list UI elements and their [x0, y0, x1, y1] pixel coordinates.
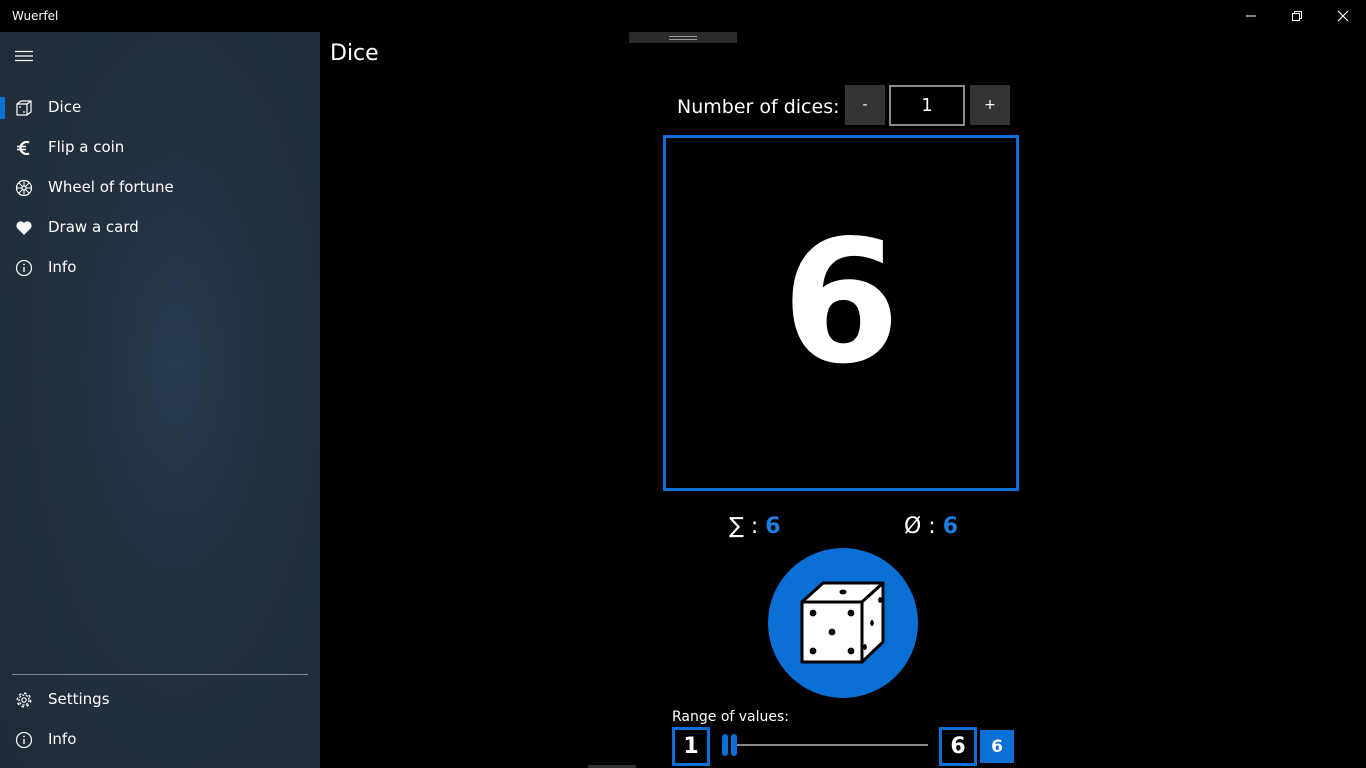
close-button[interactable] [1320, 0, 1366, 32]
title-bar: Wuerfel [0, 0, 1366, 32]
info-icon [15, 259, 33, 277]
restore-button[interactable] [1274, 0, 1320, 32]
number-of-dices-label: Number of dices: [677, 96, 840, 118]
navigation-pane: Dice Flip a coin Wheel of fortune Draw a… [0, 32, 320, 768]
minimize-icon [1246, 15, 1256, 17]
restore-icon [1292, 11, 1302, 21]
hamburger-icon [15, 50, 33, 62]
dice-icon [800, 581, 885, 664]
sidebar-item-label: Draw a card [48, 218, 139, 236]
range-min-thumb[interactable] [722, 734, 728, 756]
average-symbol: Ø : [904, 514, 936, 539]
average-stat: Ø : 6 [904, 514, 958, 539]
hamburger-menu-button[interactable] [14, 46, 34, 66]
wheel-icon [15, 179, 33, 197]
minimize-button[interactable] [1228, 0, 1274, 32]
range-max-thumb[interactable] [731, 734, 737, 756]
range-min-value: 1 [672, 727, 710, 766]
heart-icon [16, 221, 32, 235]
sum-stat: ∑ : 6 [729, 514, 781, 539]
sidebar-item-wheel-of-fortune[interactable]: Wheel of fortune [0, 168, 320, 208]
page-title: Dice [330, 41, 379, 66]
close-icon [1337, 10, 1349, 22]
sidebar-divider [12, 674, 308, 675]
sidebar-item-settings[interactable]: Settings [0, 680, 320, 720]
decrease-button[interactable]: - [845, 85, 885, 125]
dice-result-box: 6 [663, 135, 1019, 491]
drag-handle[interactable] [629, 32, 737, 43]
average-value: 6 [942, 514, 959, 539]
dice-icon [16, 100, 32, 116]
euro-icon [17, 140, 30, 156]
range-slider-track[interactable] [732, 744, 928, 746]
sidebar-item-label: Wheel of fortune [48, 178, 174, 196]
range-max-value: 6 [939, 727, 977, 766]
info-icon [15, 731, 33, 749]
dice-result-value: 6 [781, 204, 901, 402]
sidebar-item-flip-coin[interactable]: Flip a coin [0, 128, 320, 168]
number-of-dices-input[interactable]: 1 [889, 85, 965, 126]
sum-symbol: ∑ : [729, 514, 759, 539]
sidebar-item-info[interactable]: Info [0, 248, 320, 288]
sidebar-item-draw-card[interactable]: Draw a card [0, 208, 320, 248]
gear-icon [16, 692, 32, 708]
sidebar-item-footer-info[interactable]: Info [0, 720, 320, 760]
range-of-values-label: Range of values: [672, 709, 790, 725]
app-title: Wuerfel [12, 9, 59, 23]
sidebar-item-label: Settings [48, 690, 110, 708]
sidebar-item-label: Dice [48, 98, 82, 116]
sidebar-item-dice[interactable]: Dice [0, 88, 320, 128]
sidebar-item-label: Flip a coin [48, 138, 125, 156]
sidebar-item-label: Info [48, 258, 77, 276]
roll-dice-button[interactable] [768, 548, 918, 698]
range-badge: 6 [980, 730, 1014, 763]
sum-value: 6 [765, 514, 781, 539]
increase-button[interactable]: + [970, 85, 1010, 125]
sidebar-item-label: Info [48, 730, 77, 748]
